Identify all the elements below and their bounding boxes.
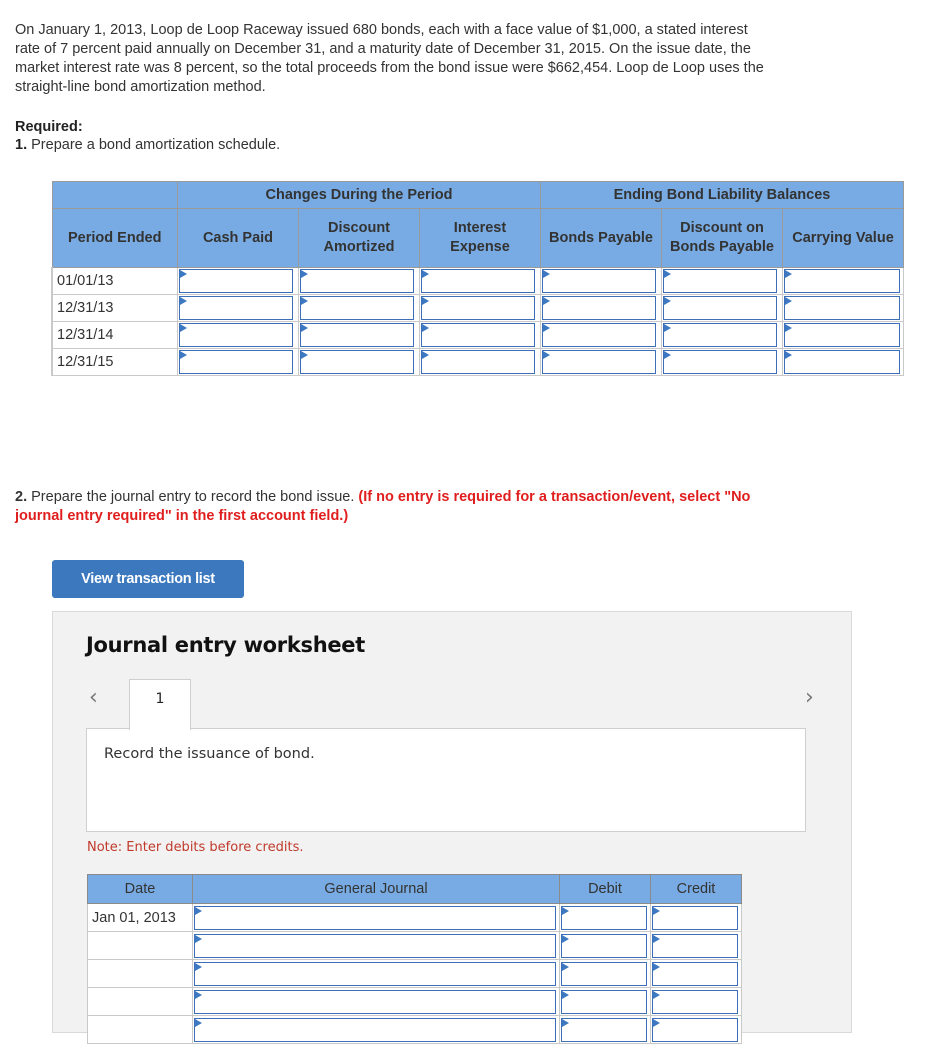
carrying-value-input[interactable] — [784, 350, 900, 374]
credit-input[interactable] — [652, 961, 738, 986]
col-header-discount-on-bonds-payable: Discount on Bonds Payable — [661, 208, 783, 268]
debit-input[interactable] — [561, 961, 647, 986]
period-cell: 12/31/14 — [51, 321, 178, 349]
col-header-bonds-payable: Bonds Payable — [540, 208, 662, 268]
carrying-value-input[interactable] — [784, 323, 900, 347]
cash-paid-input[interactable] — [179, 350, 293, 374]
required-section: Required: 1. Prepare a bond amortization… — [15, 118, 280, 154]
group-header-changes: Changes During the Period — [177, 181, 541, 209]
cash-paid-input[interactable] — [179, 296, 293, 320]
interest-expense-input[interactable] — [421, 269, 535, 293]
schedule-row: 12/31/15 — [51, 348, 904, 376]
discount-on-bonds-payable-input[interactable] — [663, 350, 777, 374]
worksheet-instruction: Record the issuance of bond. — [104, 746, 315, 762]
credit-input[interactable] — [652, 989, 738, 1014]
bonds-payable-input[interactable] — [542, 269, 656, 293]
journal-row: Jan 01, 2013 — [87, 903, 742, 932]
journal-row — [87, 987, 742, 1016]
required-title: Required: — [15, 119, 83, 135]
required-item-1-text: Prepare a bond amortization schedule. — [31, 137, 281, 153]
interest-expense-input[interactable] — [421, 350, 535, 374]
col-header-interest-expense: Interest Expense — [419, 208, 541, 268]
debit-input[interactable] — [561, 1017, 647, 1042]
journal-date-cell — [87, 959, 193, 988]
journal-row — [87, 959, 742, 988]
period-cell: 12/31/15 — [51, 348, 178, 376]
credit-input[interactable] — [652, 1017, 738, 1042]
discount-on-bonds-payable-input[interactable] — [663, 323, 777, 347]
problem-statement: On January 1, 2013, Loop de Loop Raceway… — [15, 22, 764, 95]
discount-amortized-input[interactable] — [300, 269, 414, 293]
col-header-debit: Debit — [559, 874, 651, 904]
period-cell: 12/31/13 — [51, 294, 178, 322]
worksheet-tab-1[interactable]: 1 — [129, 679, 191, 730]
carrying-value-input[interactable] — [784, 269, 900, 293]
part-2-instructions: 2. Prepare the journal entry to record t… — [15, 488, 775, 526]
carrying-value-input[interactable] — [784, 296, 900, 320]
journal-date-cell: Jan 01, 2013 — [87, 903, 193, 932]
credit-input[interactable] — [652, 905, 738, 930]
discount-on-bonds-payable-input[interactable] — [663, 269, 777, 293]
blank-header-cell — [51, 181, 178, 209]
view-transaction-list-button[interactable]: View transaction list — [52, 560, 244, 598]
debit-input[interactable] — [561, 905, 647, 930]
schedule-row: 12/31/13 — [51, 294, 904, 322]
period-cell: 01/01/13 — [51, 267, 178, 295]
col-header-period-ended: Period Ended — [51, 208, 178, 268]
bonds-payable-input[interactable] — [542, 323, 656, 347]
account-select[interactable] — [194, 961, 556, 986]
journal-entry-worksheet: Journal entry worksheet ‹ 1 › Record the… — [52, 611, 852, 1044]
account-select[interactable] — [194, 933, 556, 958]
col-header-general-journal: General Journal — [192, 874, 560, 904]
group-header-ending-balances: Ending Bond Liability Balances — [540, 181, 904, 209]
cash-paid-input[interactable] — [179, 323, 293, 347]
worksheet-title: Journal entry worksheet — [86, 633, 365, 657]
discount-on-bonds-payable-input[interactable] — [663, 296, 777, 320]
discount-amortized-input[interactable] — [300, 350, 414, 374]
journal-date-cell — [87, 931, 193, 960]
worksheet-instruction-panel: Record the issuance of bond. — [86, 728, 806, 832]
debit-input[interactable] — [561, 989, 647, 1014]
bonds-payable-input[interactable] — [542, 296, 656, 320]
account-select[interactable] — [194, 989, 556, 1014]
amortization-schedule-table: Changes During the Period Ending Bond Li… — [51, 181, 904, 376]
col-header-carrying-value: Carrying Value — [782, 208, 904, 268]
journal-date-cell — [87, 1015, 193, 1044]
account-select[interactable] — [194, 1017, 556, 1042]
part-2-number: 2. — [15, 489, 28, 505]
journal-row — [87, 1015, 742, 1044]
col-header-discount-amortized: Discount Amortized — [298, 208, 420, 268]
bonds-payable-input[interactable] — [542, 350, 656, 374]
debit-input[interactable] — [561, 933, 647, 958]
general-journal-table: Date General Journal Debit Credit Jan 01… — [87, 874, 742, 1044]
schedule-row: 12/31/14 — [51, 321, 904, 349]
chevron-left-icon[interactable]: ‹ — [89, 685, 98, 710]
schedule-row: 01/01/13 — [51, 267, 904, 295]
col-header-cash-paid: Cash Paid — [177, 208, 299, 268]
chevron-right-icon[interactable]: › — [805, 685, 814, 710]
required-item-1-number: 1. — [15, 137, 28, 153]
required-item-1: 1. Prepare a bond amortization schedule. — [15, 136, 280, 154]
journal-date-cell — [87, 987, 193, 1016]
interest-expense-input[interactable] — [421, 323, 535, 347]
cash-paid-input[interactable] — [179, 269, 293, 293]
discount-amortized-input[interactable] — [300, 323, 414, 347]
credit-input[interactable] — [652, 933, 738, 958]
discount-amortized-input[interactable] — [300, 296, 414, 320]
journal-row — [87, 931, 742, 960]
interest-expense-input[interactable] — [421, 296, 535, 320]
col-header-credit: Credit — [650, 874, 742, 904]
col-header-date: Date — [87, 874, 193, 904]
account-select[interactable] — [194, 905, 556, 930]
debits-before-credits-note: Note: Enter debits before credits. — [87, 840, 304, 855]
part-2-text: Prepare the journal entry to record the … — [31, 489, 355, 505]
